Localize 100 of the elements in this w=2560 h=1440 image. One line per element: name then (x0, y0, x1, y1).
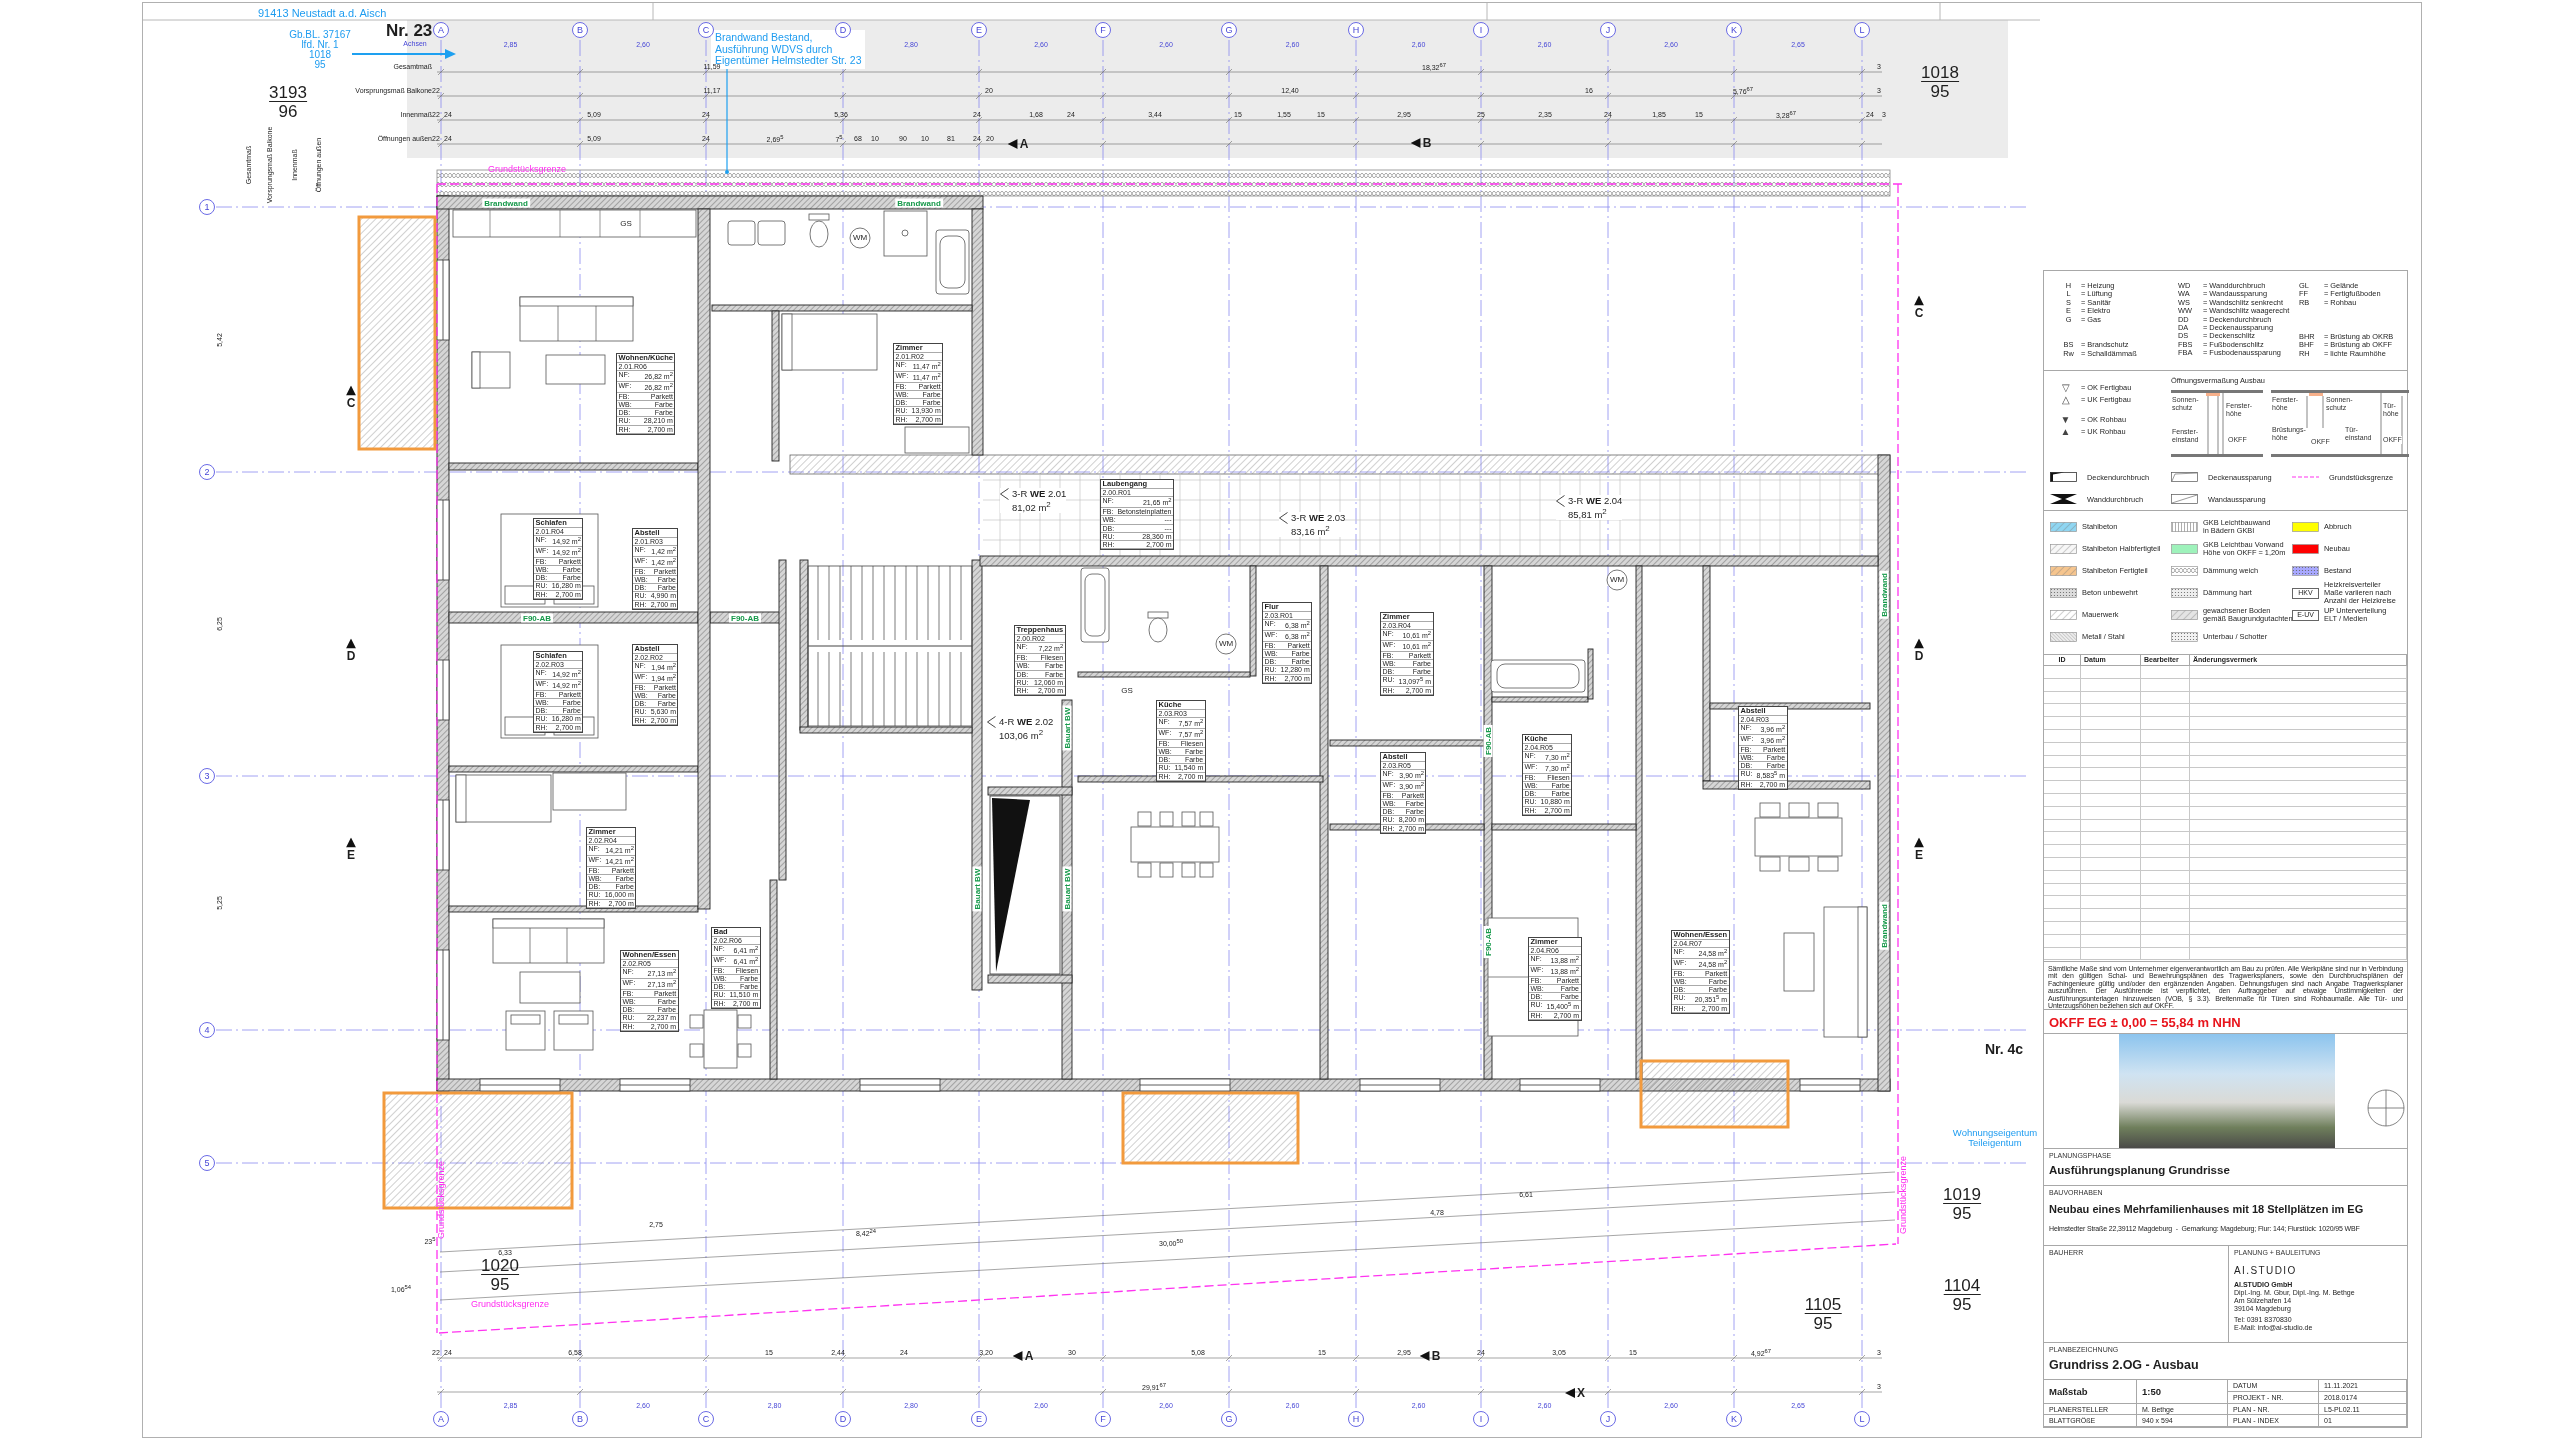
wall-label: Bauart BW (1062, 866, 1072, 912)
wall-label: F90-AB (1483, 926, 1493, 958)
parcel-number: 1020 (481, 1257, 519, 1275)
axis-label: 1 (199, 199, 215, 215)
armchair (505, 1010, 546, 1051)
parcel-number: 3193 (269, 84, 307, 102)
wavy-swatch-icon (2171, 566, 2198, 576)
axis-label: I (1473, 1411, 1489, 1427)
chevron-icon (987, 716, 996, 728)
axis-label: G (1221, 1411, 1237, 1427)
axis-label: 4 (199, 1022, 215, 1038)
section-label: E (347, 848, 355, 861)
coffee-table (1783, 932, 1815, 992)
section-label: D (1914, 649, 1924, 662)
field-label: Maßstab (2044, 1380, 2137, 1404)
axis-label: C (698, 1411, 714, 1427)
boundary-label: Grundstücksgrenze (436, 1161, 446, 1239)
section-arrow-icon (1410, 138, 1421, 148)
parcel-number: 1018 (1921, 64, 1959, 82)
apartment-name: 3-R WE 2.03 (1291, 512, 1346, 523)
appliance-label: GS (1121, 687, 1133, 695)
apartment-area: 81,02 m$^{2}$ (1012, 499, 1067, 514)
planning-phase: Ausführungsplanung Grundrisse (2049, 1164, 2231, 1177)
apartment-area: 83,16 m$^{2}$ (1291, 523, 1346, 538)
level-symbol: ▽ (2060, 382, 2071, 394)
parcel-number: 1105 (1804, 1296, 1842, 1314)
section-label: A (1019, 138, 1029, 150)
company-logo: AI.STUDIO (2234, 1265, 2298, 1276)
axis-label: K (1726, 1411, 1742, 1427)
diagonal-rect-icon (2171, 494, 2198, 504)
washbasin (727, 220, 786, 246)
washing-machine (1606, 569, 1628, 591)
axis-label: L (1854, 1411, 1870, 1427)
section-arrow-icon (1007, 139, 1018, 149)
apartment-name: 3-R WE 2.01 (1012, 488, 1067, 499)
boundary-label: Grundstücksgrenze (1898, 1156, 1908, 1234)
section-arrow-icon (1565, 1388, 1575, 1398)
axis-label: H (1348, 1411, 1364, 1427)
section-label: X (1577, 1387, 1585, 1399)
section-label: A (1024, 1350, 1034, 1362)
washing-machine (849, 227, 871, 249)
ownership-note: Wohnungseigentum Teileigentum (1952, 1128, 2038, 1148)
axis-label: E (971, 1411, 987, 1427)
section-arrow-icon (1914, 295, 1924, 306)
boundary-label: Grundstücksgrenze (488, 165, 567, 174)
section-label: C (346, 396, 356, 409)
apartment-area: 85,81 m$^{2}$ (1568, 506, 1623, 521)
wall-label: Brandwand (482, 198, 530, 208)
wall-label: Brandwand (1879, 902, 1889, 950)
coffee-table (519, 971, 581, 1004)
parcel-number: 1019 (1943, 1186, 1981, 1204)
section-label: B (1431, 1350, 1441, 1362)
appliance-label: WM (1218, 640, 1234, 648)
boundary-label: Grundstücksgrenze (471, 1300, 550, 1309)
chevron-icon (1556, 495, 1565, 507)
wall-label: F90-AB (521, 613, 553, 623)
section-label: E (1915, 848, 1923, 861)
axis-label: 5 (199, 1155, 215, 1171)
armchair (553, 1010, 594, 1051)
parcel-number: 1104 (1943, 1277, 1981, 1295)
shower-tray (883, 210, 928, 257)
bowtie-icon (2050, 494, 2077, 504)
section-arrow-icon (346, 638, 356, 649)
wall-label: Brandwand (1879, 571, 1889, 619)
axis-label: 3 (199, 768, 215, 784)
washing-machine (1215, 633, 1237, 655)
axis-label: A (433, 1411, 449, 1427)
parcel-subnumber: 95 (490, 1275, 510, 1294)
axis-label: D (835, 1411, 851, 1427)
parcel-subnumber: 95 (1952, 1295, 1972, 1314)
wall-label: Bauart BW (972, 866, 982, 912)
wall-label: F90-AB (1483, 725, 1493, 757)
circle-cross-icon (2367, 1089, 2405, 1127)
bathtub (935, 229, 970, 295)
section-arrow-icon (1914, 837, 1924, 848)
axis-label: J (1600, 1411, 1616, 1427)
project-title: Neubau eines Mehrfamilienhauses mit 18 Stellplätzen im EG (2049, 1203, 2365, 1216)
window (619, 1078, 691, 1092)
corner-wedge-icon (2050, 472, 2077, 482)
appliance-label: WM (852, 234, 868, 242)
section-label: D (346, 649, 356, 662)
section-label: B (1422, 137, 1432, 149)
axis-label: 2 (199, 464, 215, 480)
level-symbol: △ (2060, 394, 2071, 406)
field-value: 1:50 (2137, 1380, 2228, 1404)
section-label: C (1914, 306, 1924, 319)
wall-label: Bauart BW (1062, 705, 1072, 751)
chevron-icon (1000, 488, 1009, 500)
house-number: Nr. 4c (1985, 1042, 2024, 1056)
apartment-name: 3-R WE 2.04 (1568, 495, 1623, 506)
section-arrow-icon (346, 837, 356, 848)
wall-label: Brandwand (895, 198, 943, 208)
parcel-subnumber: 95 (1813, 1314, 1833, 1333)
appliance-label: WM (1609, 576, 1625, 584)
coffee-table (545, 354, 606, 385)
drawing-title: Grundriss 2.OG - Ausbau (2049, 1358, 2200, 1372)
chevron-icon (1279, 512, 1288, 524)
window (436, 659, 450, 721)
section-arrow-icon (1012, 1351, 1023, 1361)
apartment-name: 4-R WE 2.02 (999, 716, 1054, 727)
